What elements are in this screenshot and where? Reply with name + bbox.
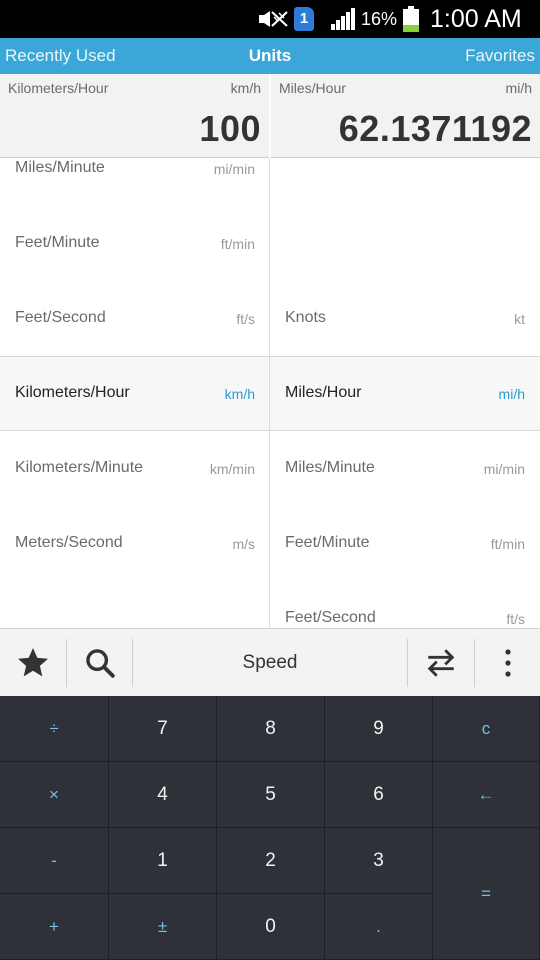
backspace-key[interactable]: ← <box>433 762 540 828</box>
more-icon <box>504 649 511 677</box>
swap-icon <box>427 649 455 677</box>
list-item-selected[interactable]: Kilometers/Hour km/h <box>0 383 269 458</box>
list-item[interactable]: Feet/Minute ft/min <box>270 533 539 608</box>
bottom-toolbar: Speed <box>0 628 540 696</box>
favorite-button[interactable] <box>0 629 66 697</box>
favorites-tab[interactable]: Favorites <box>465 38 535 74</box>
nine-key[interactable]: 9 <box>325 696 433 762</box>
unit-abbr: m/s <box>232 536 255 552</box>
list-item[interactable]: Miles/Minute mi/min <box>0 158 269 233</box>
unit-abbr: mi/min <box>213 161 255 177</box>
unit-lists: Miles/Minute mi/min Feet/Minute ft/min F… <box>0 158 540 628</box>
unit-abbr: kt <box>514 311 525 327</box>
unit-abbr: ft/s <box>506 611 525 627</box>
list-item[interactable] <box>270 158 539 233</box>
plus-key[interactable]: + <box>0 894 109 960</box>
unit-name: Knots <box>285 309 326 326</box>
list-item-selected[interactable]: Miles/Hour mi/h <box>270 383 539 458</box>
unit-name: Miles/Minute <box>15 159 105 176</box>
unit-name: Feet/Second <box>15 309 106 326</box>
from-unit-abbr: km/h <box>230 80 261 96</box>
to-value-panel[interactable]: Miles/Hour mi/h 62.1371192 <box>271 74 540 158</box>
seven-key[interactable]: 7 <box>109 696 217 762</box>
sim-icon: 1 <box>294 0 316 38</box>
list-item[interactable]: Kilometers/Minute km/min <box>0 458 269 533</box>
clock: 1:00 AM <box>430 4 522 33</box>
list-item[interactable] <box>270 233 539 308</box>
six-key[interactable]: 6 <box>325 762 433 828</box>
to-unit-list[interactable]: Knots kt Miles/Hour mi/h Miles/Minute mi… <box>270 158 539 628</box>
unit-abbr: km/h <box>224 386 255 402</box>
search-icon <box>85 649 115 678</box>
to-value[interactable]: 62.1371192 <box>339 108 532 150</box>
minus-key[interactable]: - <box>0 828 109 894</box>
unit-name: Feet/Minute <box>15 234 100 251</box>
list-item[interactable]: Feet/Minute ft/min <box>0 233 269 308</box>
unit-name: Kilometers/Hour <box>15 384 130 401</box>
unit-abbr: ft/min <box>220 236 255 252</box>
divide-key[interactable]: ÷ <box>0 696 109 762</box>
unit-name: Feet/Minute <box>285 534 370 551</box>
unit-name: Miles/Hour <box>285 384 362 401</box>
battery-percent: 16% <box>361 8 398 29</box>
clear-key[interactable]: c <box>433 696 540 762</box>
unit-abbr: mi/min <box>483 461 525 477</box>
status-bar: 1 16% 1:00 AM <box>0 0 540 38</box>
list-item[interactable]: Miles/Minute mi/min <box>270 458 539 533</box>
two-key[interactable]: 2 <box>217 828 325 894</box>
conversion-panels: Kilometers/Hour km/h 100 Miles/Hour mi/h… <box>0 74 540 158</box>
from-value[interactable]: 100 <box>199 108 261 150</box>
unit-name: Feet/Second <box>285 609 376 626</box>
recently-used-tab[interactable]: Recently Used <box>5 38 116 74</box>
category-selector[interactable]: Speed <box>133 629 407 697</box>
units-title[interactable]: Units <box>249 46 292 65</box>
to-unit-name: Miles/Hour <box>279 80 346 96</box>
keypad: ÷ 7 8 9 c × 4 5 6 ← - 1 2 3 = + ± 0 . <box>0 696 540 960</box>
unit-abbr: km/min <box>209 461 255 477</box>
list-item[interactable]: Feet/Second ft/s <box>270 608 539 628</box>
five-key[interactable]: 5 <box>217 762 325 828</box>
plus-minus-key[interactable]: ± <box>109 894 217 960</box>
three-key[interactable]: 3 <box>325 828 433 894</box>
sim-label: 1 <box>294 7 314 31</box>
list-item[interactable]: Meters/Second m/s <box>0 533 269 608</box>
action-bar: Recently Used Units Favorites <box>0 38 540 74</box>
search-button[interactable] <box>67 629 132 697</box>
decimal-key[interactable]: . <box>325 894 433 960</box>
zero-key[interactable]: 0 <box>217 894 325 960</box>
eight-key[interactable]: 8 <box>217 696 325 762</box>
more-options-button[interactable] <box>475 629 540 697</box>
list-item[interactable]: Knots kt <box>270 308 539 383</box>
swap-units-button[interactable] <box>408 629 474 697</box>
four-key[interactable]: 4 <box>109 762 217 828</box>
signal-icon <box>331 0 357 38</box>
unit-abbr: ft/min <box>490 536 525 552</box>
mute-icon <box>257 0 289 38</box>
unit-name: Meters/Second <box>15 534 123 551</box>
unit-name: Kilometers/Minute <box>15 459 144 476</box>
multiply-key[interactable]: × <box>0 762 109 828</box>
unit-name: Miles/Minute <box>285 459 375 476</box>
unit-abbr: mi/h <box>498 386 525 402</box>
star-icon <box>18 648 48 677</box>
battery-icon <box>402 0 420 38</box>
unit-abbr: ft/s <box>236 311 255 327</box>
from-unit-name: Kilometers/Hour <box>8 80 109 96</box>
list-item[interactable]: Feet/Second ft/s <box>0 308 269 383</box>
from-unit-list[interactable]: Miles/Minute mi/min Feet/Minute ft/min F… <box>0 158 269 628</box>
from-value-panel[interactable]: Kilometers/Hour km/h 100 <box>0 74 269 158</box>
one-key[interactable]: 1 <box>109 828 217 894</box>
to-unit-abbr: mi/h <box>505 80 532 96</box>
equals-key[interactable]: = <box>433 828 540 960</box>
